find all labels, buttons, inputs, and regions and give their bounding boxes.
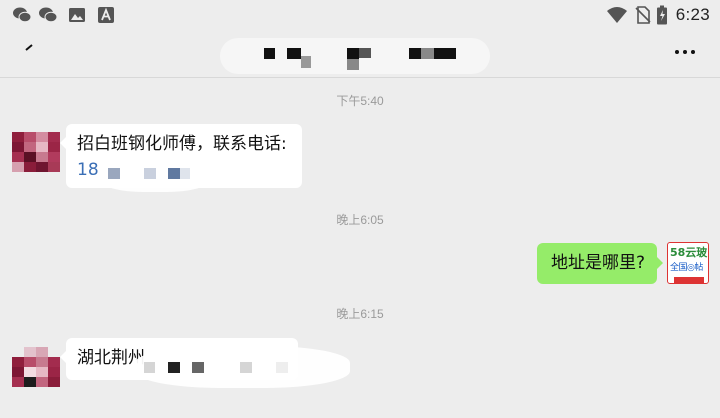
redaction-block bbox=[276, 362, 288, 373]
status-bar: 6:23 bbox=[0, 0, 720, 30]
wechat-icon bbox=[13, 7, 32, 23]
redaction-block bbox=[144, 362, 155, 373]
message-text: 招白班钢化师傅，联系电话: bbox=[77, 134, 287, 154]
battery-icon bbox=[657, 5, 667, 25]
wechat-icon bbox=[39, 7, 58, 23]
message-timestamp: 晚上6:05 bbox=[336, 213, 384, 227]
contact-avatar[interactable] bbox=[12, 132, 60, 172]
message-timestamp: 晚上6:15 bbox=[336, 307, 384, 321]
avatar-logo-subtext: 全国◎帖 bbox=[670, 263, 703, 273]
text-a-icon bbox=[98, 7, 114, 23]
image-icon bbox=[69, 8, 85, 22]
redaction-block bbox=[144, 168, 156, 179]
wifi-icon bbox=[607, 7, 627, 23]
back-arrow-icon[interactable] bbox=[16, 36, 46, 66]
redaction-block bbox=[192, 362, 204, 373]
redaction-block bbox=[108, 168, 120, 179]
message-text: 地址是哪里? bbox=[551, 253, 646, 273]
more-dots-icon[interactable] bbox=[672, 44, 698, 60]
outgoing-message-bubble[interactable]: 地址是哪里? bbox=[537, 243, 663, 284]
avatar-logo-bar bbox=[674, 277, 704, 283]
no-sim-icon bbox=[635, 6, 651, 24]
chat-title-bar bbox=[0, 30, 720, 78]
self-avatar[interactable]: 58云玻 全国◎帖 bbox=[667, 242, 709, 284]
chat-title-obscured bbox=[220, 38, 490, 74]
status-time: 6:23 bbox=[675, 5, 710, 24]
contact-avatar[interactable] bbox=[12, 347, 60, 387]
redaction-block bbox=[180, 168, 190, 179]
message-timestamp: 下午5:40 bbox=[336, 94, 384, 108]
redaction-block bbox=[168, 168, 180, 179]
redaction-block bbox=[168, 362, 180, 373]
redaction-block bbox=[240, 362, 252, 373]
avatar-logo-text: 58云玻 bbox=[670, 246, 708, 259]
